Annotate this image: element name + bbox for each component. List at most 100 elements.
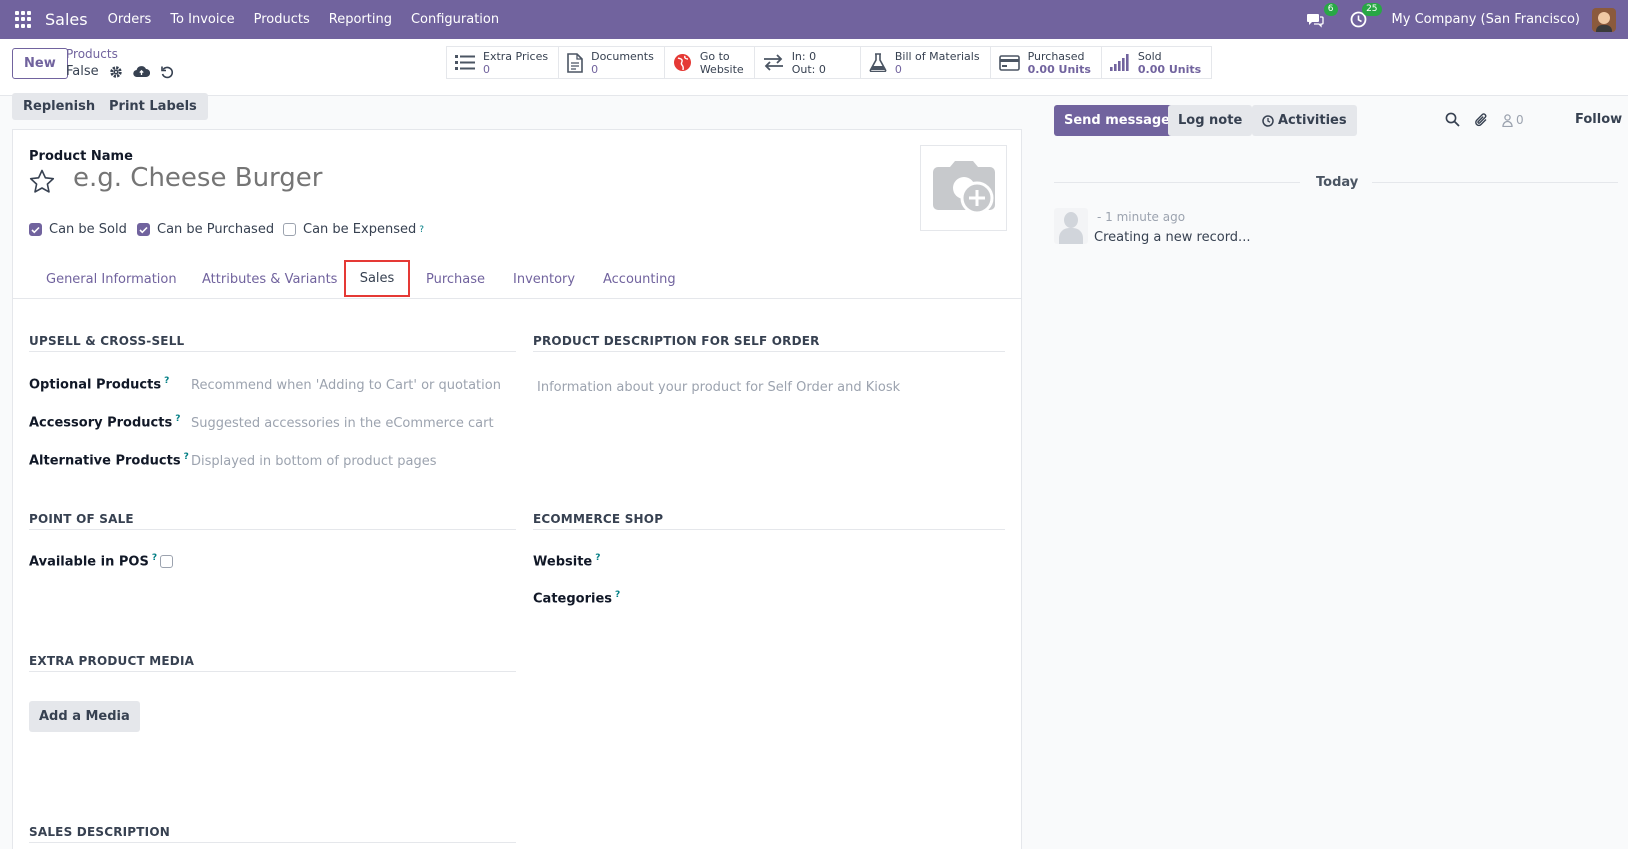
stat-value: 0 <box>591 62 599 76</box>
bar-signal-icon <box>1109 54 1129 71</box>
credit-card-icon <box>998 54 1020 71</box>
divider <box>533 529 1005 530</box>
divider <box>1054 182 1300 183</box>
smart-button-website[interactable]: Go to Website <box>665 47 755 78</box>
product-name-label: Product Name <box>29 149 133 164</box>
product-image-uploader[interactable] <box>920 145 1007 231</box>
messages-button[interactable]: 6 <box>1304 2 1338 31</box>
app-brand[interactable]: Sales <box>45 10 88 29</box>
stat-value: 0 <box>483 62 490 76</box>
tab-sales[interactable]: Sales <box>344 260 410 297</box>
gear-icon[interactable] <box>109 65 123 79</box>
transfer-icon <box>763 54 783 71</box>
help-tooltip-icon[interactable]: ? <box>419 225 424 235</box>
tab-attributes-variants[interactable]: Attributes & Variants <box>202 259 337 299</box>
followers-button[interactable]: 0 <box>1502 113 1524 127</box>
available-in-pos-checkbox[interactable] <box>160 555 173 568</box>
tab-general-information[interactable]: General Information <box>46 259 177 299</box>
divider <box>29 671 516 672</box>
activities-button[interactable]: 25 <box>1348 2 1382 31</box>
self-order-description-input[interactable]: Information about your product for Self … <box>537 380 900 395</box>
form-sheet: Product Name Can be Sold Can be Purchase… <box>12 129 1022 849</box>
stat-value: Out: 0 <box>791 62 826 76</box>
star-icon[interactable] <box>29 169 55 194</box>
user-icon <box>1502 113 1513 127</box>
divider <box>1372 182 1618 183</box>
can-be-expensed-label: Can be Expensed <box>303 222 417 237</box>
message-author-avatar <box>1054 208 1088 244</box>
accessory-products-label: Accessory Products? <box>29 414 181 431</box>
smart-button-purchased[interactable]: Purchased 0.00 Units <box>991 47 1102 78</box>
smart-button-documents[interactable]: Documents 0 <box>559 47 665 78</box>
search-icon[interactable] <box>1445 112 1460 127</box>
tab-purchase[interactable]: Purchase <box>426 259 485 299</box>
product-name-input[interactable] <box>73 163 873 193</box>
new-button[interactable]: New <box>12 48 68 79</box>
menu-reporting[interactable]: Reporting <box>329 12 392 27</box>
paperclip-icon[interactable] <box>1474 112 1489 128</box>
alternative-products-label: Alternative Products? <box>29 452 189 469</box>
divider <box>533 351 1005 352</box>
stat-label: Sold <box>1137 49 1162 63</box>
can-be-expensed-checkbox[interactable]: Can be Expensed? <box>283 222 424 237</box>
add-media-button[interactable]: Add a Media <box>29 701 140 732</box>
menu-configuration[interactable]: Configuration <box>411 12 499 27</box>
company-switcher[interactable]: My Company (San Francisco) <box>1392 12 1580 27</box>
divider <box>29 351 516 352</box>
stat-label: Purchased <box>1027 49 1085 63</box>
undo-icon[interactable] <box>160 65 174 79</box>
print-labels-button[interactable]: Print Labels <box>98 93 208 120</box>
list-icon <box>455 55 475 70</box>
activities-label: Activities <box>1278 113 1347 128</box>
smart-button-extra-prices[interactable]: Extra Prices 0 <box>447 47 560 78</box>
tab-inventory[interactable]: Inventory <box>513 259 575 299</box>
control-panel: New Products False Extra Prices 0 Documen… <box>0 39 1628 96</box>
can-be-purchased-checkbox[interactable]: Can be Purchased <box>137 222 274 237</box>
messages-badge: 6 <box>1323 2 1338 16</box>
stat-value: 0 <box>894 62 902 76</box>
available-in-pos-label: Available in POS? <box>29 553 158 570</box>
menu-orders[interactable]: Orders <box>108 12 152 27</box>
follow-button[interactable]: Follow <box>1575 112 1622 127</box>
menu-products[interactable]: Products <box>254 12 310 27</box>
website-label: Website? <box>533 553 601 570</box>
optional-products-input[interactable]: Recommend when 'Adding to Cart' or quota… <box>191 378 501 393</box>
divider <box>29 842 516 843</box>
document-icon <box>567 52 583 73</box>
breadcrumb-products[interactable]: Products <box>66 47 118 61</box>
cloud-upload-icon[interactable] <box>132 65 150 78</box>
section-point-of-sale: POINT OF SALE <box>29 512 134 526</box>
apps-grid-icon[interactable] <box>15 10 33 29</box>
message-body: Creating a new record... <box>1094 230 1251 245</box>
stat-value: 0.00 Units <box>1137 62 1202 76</box>
can-be-purchased-label: Can be Purchased <box>157 222 275 237</box>
send-message-button[interactable]: Send message <box>1054 105 1180 136</box>
user-avatar[interactable] <box>1592 7 1616 32</box>
smart-button-moves[interactable]: In: 0 Out: 0 <box>755 47 861 78</box>
activities-button[interactable]: Activities <box>1252 105 1357 136</box>
stat-label: In: 0 <box>791 49 817 63</box>
checkbox-unchecked-icon <box>283 223 296 236</box>
menu-to-invoice[interactable]: To Invoice <box>170 12 234 27</box>
followers-count: 0 <box>1516 113 1524 127</box>
date-separator: Today <box>1316 175 1359 190</box>
checkbox-checked-icon <box>29 223 42 236</box>
alternative-products-input[interactable]: Displayed in bottom of product pages <box>191 454 436 469</box>
notebook-tabs: General Information Attributes & Variant… <box>13 259 1021 299</box>
can-be-sold-checkbox[interactable]: Can be Sold <box>29 222 127 237</box>
smart-buttons: Extra Prices 0 Documents 0 Go to Website In… <box>446 46 1213 79</box>
tab-accounting[interactable]: Accounting <box>603 259 676 299</box>
section-upsell: UPSELL & CROSS-SELL <box>29 334 185 348</box>
camera-plus-icon <box>932 161 995 215</box>
smart-button-sold[interactable]: Sold 0.00 Units <box>1102 47 1211 78</box>
optional-products-label: Optional Products? <box>29 376 170 393</box>
can-be-sold-label: Can be Sold <box>49 222 127 237</box>
activities-badge: 25 <box>1362 2 1382 16</box>
accessory-products-input[interactable]: Suggested accessories in the eCommerce c… <box>191 416 494 431</box>
message-timestamp: - 1 minute ago <box>1097 210 1186 224</box>
smart-button-bom[interactable]: Bill of Materials 0 <box>861 47 991 78</box>
log-note-button[interactable]: Log note <box>1168 105 1253 136</box>
chat-icon <box>1306 13 1324 28</box>
replenish-button[interactable]: Replenish <box>12 93 107 120</box>
stat-label: Documents <box>591 49 654 63</box>
